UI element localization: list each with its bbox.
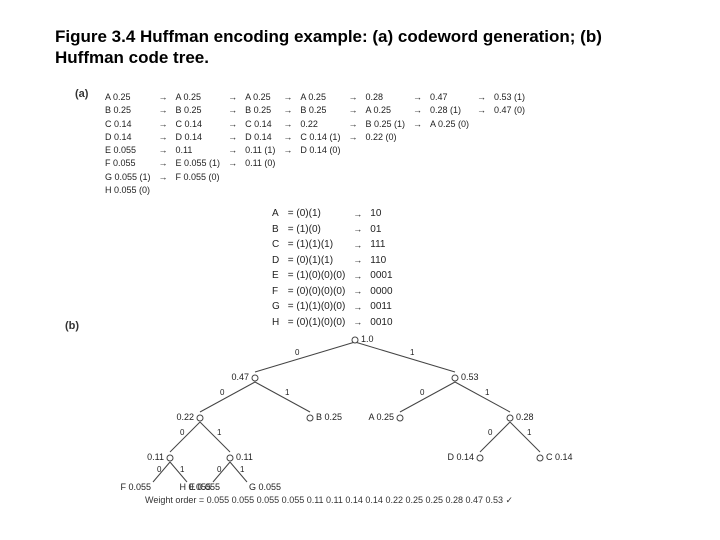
code-bits: 111	[370, 238, 398, 252]
svg-text:0: 0	[488, 428, 493, 437]
step-cell: E 0.055 (1)	[173, 158, 224, 169]
step-cell: 0.47 (0)	[491, 105, 528, 116]
step-cell: B 0.25	[102, 105, 154, 116]
code-paren: = (0)(1)(0)(0)	[288, 316, 352, 330]
code-sym: E	[272, 269, 286, 283]
step-cell: H 0.055 (0)	[102, 185, 154, 196]
tree-node: 0.47	[231, 372, 249, 382]
tree-leaf-h: H 0.055	[179, 482, 211, 492]
code-sym: F	[272, 285, 286, 299]
tree-node: 0.28	[516, 412, 534, 422]
tree-leaf-c: C 0.14	[546, 452, 573, 462]
step-cell: 0.11 (1)	[242, 145, 278, 156]
step-cell: 0.28 (1)	[427, 105, 472, 116]
step-cell: A 0.25	[297, 92, 343, 103]
code-bits: 0011	[370, 300, 398, 314]
step-cell: A 0.25	[242, 92, 278, 103]
svg-text:1: 1	[527, 428, 532, 437]
code-sym: B	[272, 223, 286, 237]
code-paren: = (1)(1)(1)	[288, 238, 352, 252]
weight-order-line: Weight order = 0.055 0.055 0.055 0.055 0…	[145, 495, 513, 506]
tree-leaf-g: G 0.055	[249, 482, 281, 492]
step-cell: 0.11 (0)	[242, 158, 278, 169]
code-paren: = (0)(0)(0)(0)	[288, 285, 352, 299]
svg-text:1: 1	[240, 465, 245, 474]
code-sym: H	[272, 316, 286, 330]
step-cell: 0.28	[362, 92, 408, 103]
step-cell: 0.22	[297, 119, 343, 130]
code-bits: 10	[370, 207, 398, 221]
code-sym: G	[272, 300, 286, 314]
step-cell: F 0.055 (0)	[173, 172, 224, 183]
step-cell: C 0.14 (1)	[297, 132, 343, 143]
svg-text:1: 1	[285, 388, 290, 397]
step-cell: C 0.14	[102, 119, 154, 130]
code-sym: A	[272, 207, 286, 221]
part-a-label: (a)	[75, 88, 88, 100]
svg-text:0: 0	[157, 465, 162, 474]
code-bits: 110	[370, 254, 398, 268]
tree-leaf-d: D 0.14	[447, 452, 474, 462]
step-cell: B 0.25	[297, 105, 343, 116]
step-cell: A 0.25	[362, 105, 408, 116]
step-cell: A 0.25	[173, 92, 224, 103]
step-cell: B 0.25	[173, 105, 224, 116]
code-paren: = (1)(0)(0)(0)	[288, 269, 352, 283]
tree-leaf-a: A 0.25	[368, 412, 394, 422]
tree-leaf-f: F 0.055	[120, 482, 151, 492]
code-bits: 0001	[370, 269, 398, 283]
code-paren: = (1)(0)	[288, 223, 352, 237]
tree-node-root: 1.0	[361, 334, 374, 344]
tree-node: 0.22	[176, 412, 194, 422]
svg-text:0: 0	[217, 465, 222, 474]
code-paren: = (1)(1)(0)(0)	[288, 300, 352, 314]
step-cell: C 0.14	[173, 119, 224, 130]
svg-text:0: 0	[420, 388, 425, 397]
code-bits: 0000	[370, 285, 398, 299]
code-paren: = (0)(1)	[288, 207, 352, 221]
step-cell: D 0.14	[242, 132, 278, 143]
huffman-tree: 01 01 01 01 01 01 01 1.0 0.47 0.53 0.22 …	[145, 330, 565, 485]
step-cell: A 0.25 (0)	[427, 119, 472, 130]
svg-text:0: 0	[295, 348, 300, 357]
step-cell: B 0.25 (1)	[362, 119, 408, 130]
step-cell: A 0.25	[102, 92, 154, 103]
svg-text:1: 1	[410, 348, 415, 357]
step-cell: G 0.055 (1)	[102, 172, 154, 183]
step-cell: D 0.14 (0)	[297, 145, 343, 156]
step-cell: C 0.14	[242, 119, 278, 130]
tree-node: 0.53	[461, 372, 479, 382]
tree-node: 0.11	[236, 452, 253, 462]
step-cell: 0.53 (1)	[491, 92, 528, 103]
code-paren: = (0)(1)(1)	[288, 254, 352, 268]
step-cell: 0.47	[427, 92, 472, 103]
codeword-list: A= (0)(1)→10 B= (1)(0)→01 C= (1)(1)(1)→1…	[270, 205, 401, 331]
tree-node: 0.11	[147, 452, 164, 462]
code-bits: 01	[370, 223, 398, 237]
step-cell: B 0.25	[242, 105, 278, 116]
step-cell: 0.22 (0)	[362, 132, 408, 143]
part-b-label: (b)	[65, 320, 79, 332]
step-cell: E 0.055	[102, 145, 154, 156]
svg-text:1: 1	[485, 388, 490, 397]
code-sym: D	[272, 254, 286, 268]
svg-text:0: 0	[180, 428, 185, 437]
svg-text:1: 1	[217, 428, 222, 437]
tree-leaf-b: B 0.25	[316, 412, 342, 422]
svg-text:0: 0	[220, 388, 225, 397]
svg-text:1: 1	[180, 465, 185, 474]
step-cell: D 0.14	[173, 132, 224, 143]
code-sym: C	[272, 238, 286, 252]
codeword-generation-steps: A 0.25→ A 0.25→ A 0.25→ A 0.25→ 0.28→ 0.…	[100, 90, 530, 198]
step-cell: D 0.14	[102, 132, 154, 143]
step-cell: F 0.055	[102, 158, 154, 169]
step-cell: 0.11	[173, 145, 224, 156]
figure-title: Figure 3.4 Huffman encoding example: (a)…	[55, 26, 615, 69]
code-bits: 0010	[370, 316, 398, 330]
